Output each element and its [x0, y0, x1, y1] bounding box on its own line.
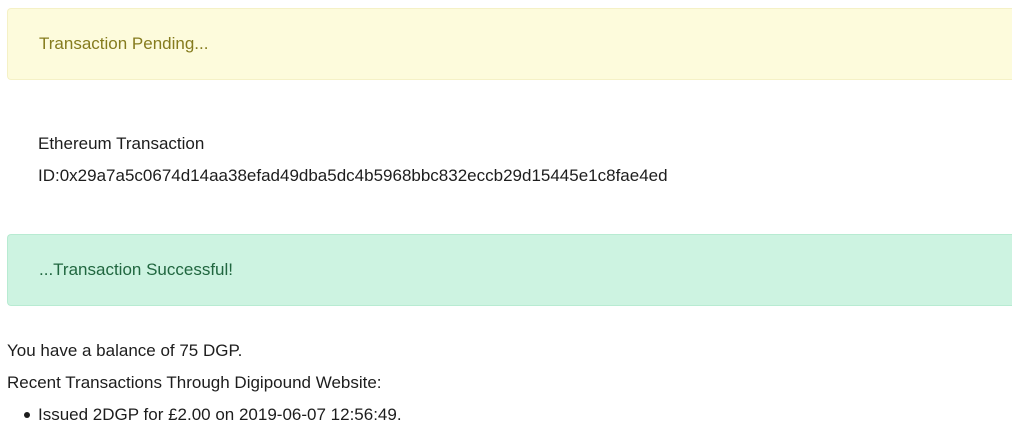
account-summary: You have a balance of 75 DGP. Recent Tra…: [7, 335, 402, 426]
recent-transaction-text: Issued 2DGP for £2.00 on 2019-06-07 12:5…: [38, 405, 402, 424]
pending-alert-text: Transaction Pending...: [39, 34, 209, 53]
bullet-icon: [24, 412, 30, 418]
list-item: Issued 2DGP for £2.00 on 2019-06-07 12:5…: [7, 399, 402, 426]
page: Transaction Pending... Ethereum Transact…: [0, 0, 1012, 426]
pending-alert: Transaction Pending...: [7, 8, 1012, 80]
success-alert-text: ...Transaction Successful!: [39, 260, 234, 279]
success-alert: ...Transaction Successful!: [7, 234, 1012, 306]
recent-transactions-list: Issued 2DGP for £2.00 on 2019-06-07 12:5…: [7, 399, 402, 426]
transaction-label: Ethereum Transaction: [38, 134, 205, 153]
transaction-id: ID:0x29a7a5c0674d14aa38efad49dba5dc4b596…: [38, 166, 668, 185]
transaction-details: Ethereum Transaction ID:0x29a7a5c0674d14…: [38, 128, 668, 192]
balance-text: You have a balance of 75 DGP.: [7, 341, 243, 360]
recent-transactions-heading: Recent Transactions Through Digipound We…: [7, 373, 382, 392]
